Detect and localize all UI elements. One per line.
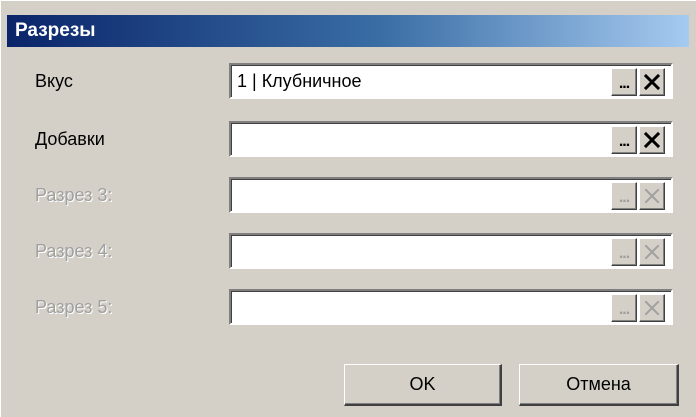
additions-field[interactable]: ...	[229, 121, 673, 157]
ok-button[interactable]: OK	[344, 364, 502, 406]
row-flavor: Вкус 1 | Клубничное ...	[1, 61, 696, 101]
window-title: Разрезы	[15, 20, 96, 41]
ellipsis-icon: ...	[618, 245, 630, 262]
clear-button	[639, 238, 665, 266]
section-4-field: ...	[229, 233, 673, 269]
browse-button: ...	[611, 294, 637, 322]
row-label: Вкус	[35, 71, 73, 91]
section-3-field: ...	[229, 177, 673, 213]
row-section-3: Разрез 3: ...	[1, 175, 696, 215]
row-label: Разрез 4:	[35, 241, 113, 261]
clear-button	[639, 294, 665, 322]
browse-button: ...	[611, 238, 637, 266]
row-label: Разрез 3:	[35, 185, 113, 205]
cancel-button[interactable]: Отмена	[519, 364, 679, 406]
close-icon	[643, 131, 661, 149]
field-value: 1 | Клубничное	[237, 71, 362, 91]
close-icon	[644, 300, 660, 316]
browse-button[interactable]: ...	[611, 68, 637, 96]
browse-button[interactable]: ...	[611, 126, 637, 154]
section-5-field: ...	[229, 289, 673, 325]
ellipsis-icon: ...	[618, 133, 630, 150]
row-label: Разрез 5:	[35, 297, 113, 317]
close-icon	[643, 73, 661, 91]
clear-button[interactable]	[639, 68, 665, 96]
row-section-5: Разрез 5: ...	[1, 287, 696, 327]
clear-button[interactable]	[639, 126, 665, 154]
clear-button	[639, 182, 665, 210]
close-icon	[644, 188, 660, 204]
ellipsis-icon: ...	[618, 189, 630, 206]
ellipsis-icon: ...	[618, 301, 630, 318]
flavor-field[interactable]: 1 | Клубничное ...	[229, 63, 673, 99]
browse-button: ...	[611, 182, 637, 210]
sections-dialog: Разрезы Вкус 1 | Клубничное ... Добавки …	[0, 0, 696, 417]
title-bar: Разрезы	[7, 15, 689, 47]
row-section-4: Разрез 4: ...	[1, 231, 696, 271]
row-label: Добавки	[35, 129, 105, 149]
ellipsis-icon: ...	[618, 75, 630, 92]
row-additions: Добавки ...	[1, 119, 696, 159]
close-icon	[644, 244, 660, 260]
